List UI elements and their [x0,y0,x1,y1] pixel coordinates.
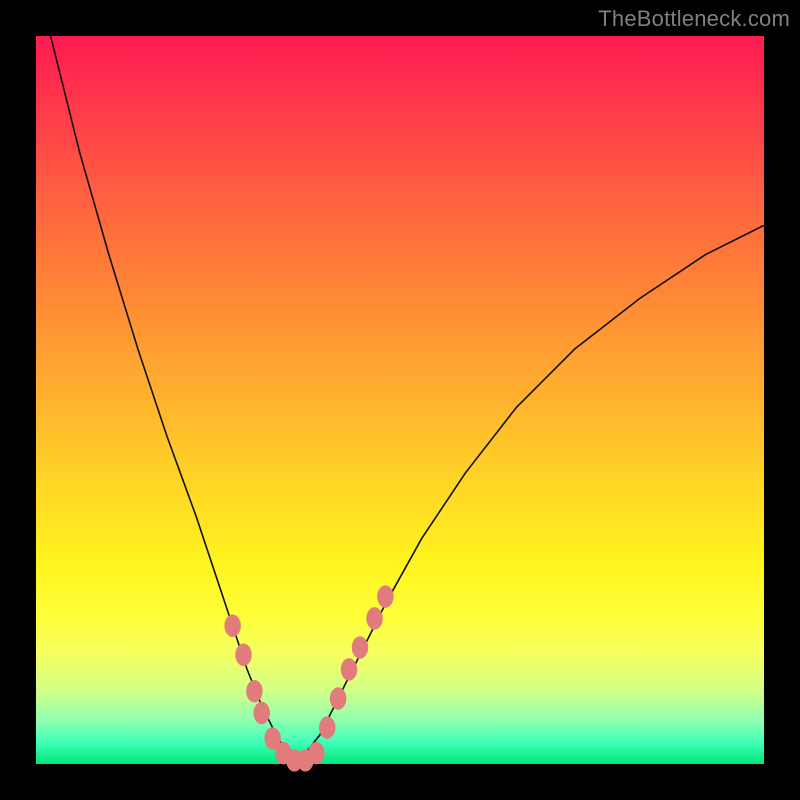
marker-dot [225,615,241,637]
watermark-text: TheBottleneck.com [598,6,790,32]
curve-left-arm [51,36,295,760]
marker-dot [308,742,324,764]
bottleneck-curve [51,36,764,760]
marker-dot [330,688,346,710]
curve-right-arm [294,225,764,760]
marker-dot [367,607,383,629]
marker-dot [377,586,393,608]
marker-dot [352,637,368,659]
chart-stage: TheBottleneck.com [0,0,800,800]
marker-dot [236,644,252,666]
marker-dot [246,680,262,702]
plot-area [36,36,764,764]
marker-dot [319,717,335,739]
curve-layer [36,36,764,764]
marker-dot [254,702,270,724]
marker-dot [341,658,357,680]
